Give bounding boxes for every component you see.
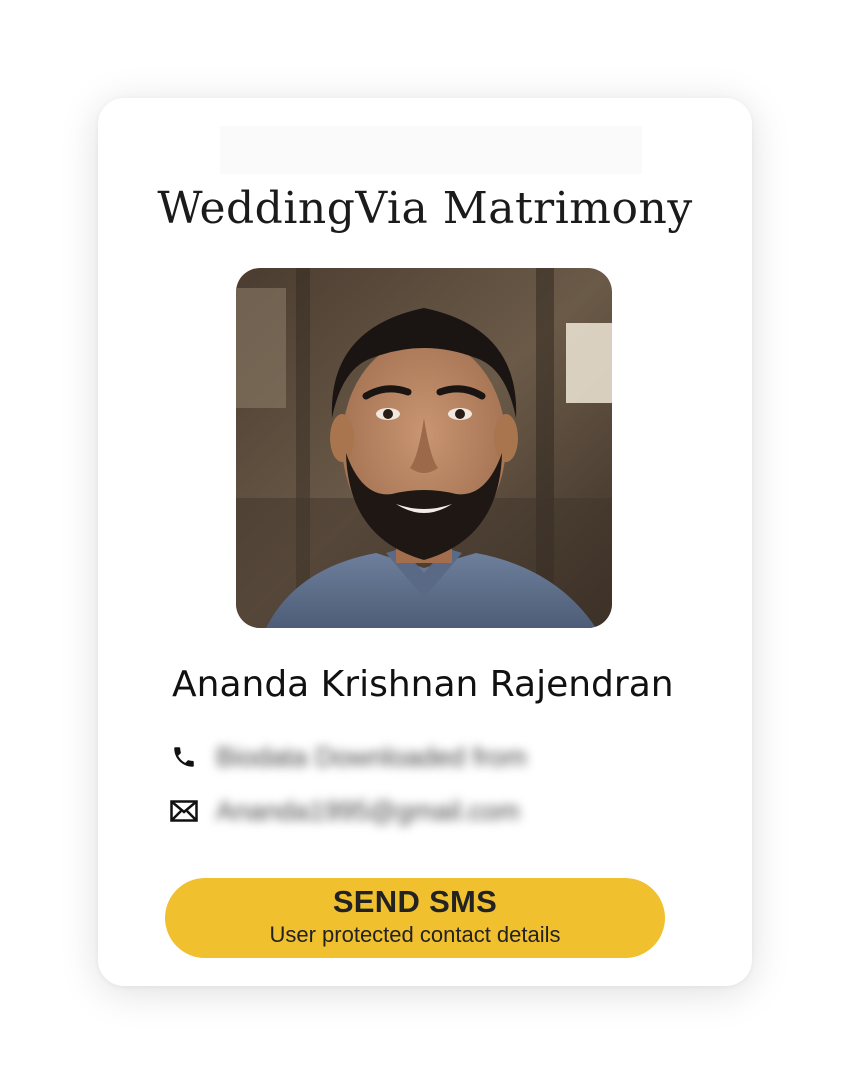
send-sms-label: SEND SMS <box>332 884 498 919</box>
profile-name: Ananda Krishnan Rajendran <box>172 664 674 705</box>
profile-card: WeddingVia Matrimony Ananda Krishnan Raj… <box>98 98 752 986</box>
send-sms-sublabel: User protected contact details <box>269 922 561 947</box>
brand-title: WeddingVia Matrimony <box>157 183 693 234</box>
send-sms-button[interactable]: SEND SMS User protected contact details <box>165 878 665 958</box>
phone-value: Biodata Downloaded from <box>216 741 527 772</box>
phone-row: Biodata Downloaded from <box>170 739 527 775</box>
mail-icon <box>170 797 198 825</box>
email-row: Ananda1995@gmail.com <box>170 793 520 829</box>
profile-photo <box>236 268 612 628</box>
phone-icon <box>170 743 198 771</box>
email-value: Ananda1995@gmail.com <box>216 795 520 826</box>
top-placeholder-strip <box>220 126 642 174</box>
